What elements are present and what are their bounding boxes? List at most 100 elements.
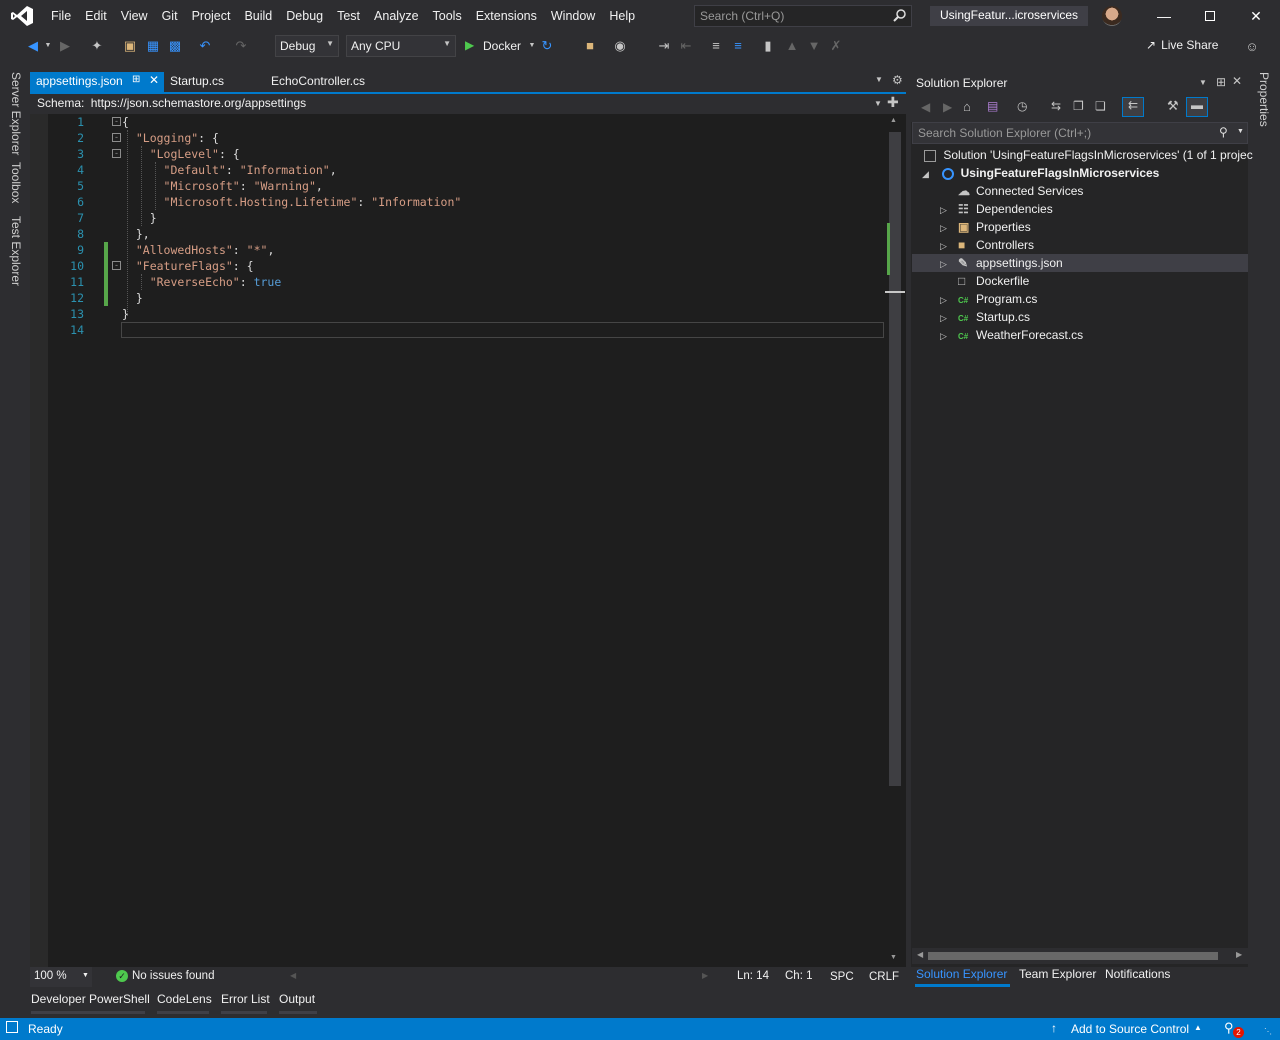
menu-extensions[interactable]: Extensions — [469, 0, 544, 32]
outdent-icon[interactable]: ≡ — [730, 38, 746, 54]
scroll-down-icon[interactable]: ▼ — [890, 954, 897, 961]
tab-notifications[interactable]: Notifications — [1105, 967, 1170, 981]
home-icon[interactable]: ⌂ — [963, 99, 971, 114]
code-line[interactable]: "FeatureFlags": { — [122, 258, 254, 274]
scroll-up-icon[interactable]: ▲ — [890, 117, 897, 124]
tree-item-controllers[interactable]: ▷ ■ Controllers — [912, 236, 1248, 254]
platform-select[interactable]: Any CPU ▼ — [346, 35, 456, 57]
bookmark-icon[interactable]: ▮ — [760, 38, 776, 54]
hscroll-right-icon[interactable]: ▶ — [702, 971, 708, 980]
menu-test[interactable]: Test — [330, 0, 367, 32]
split-editor-icon[interactable]: ✚ — [887, 94, 899, 111]
line-indicator[interactable]: Ln: 14 — [737, 970, 769, 982]
tab-team-explorer[interactable]: Team Explorer — [1019, 967, 1096, 981]
undo-icon[interactable]: ↶ — [197, 38, 213, 54]
switch-views-icon[interactable]: ▤ — [987, 99, 998, 113]
code-line[interactable]: } — [122, 290, 143, 306]
menu-analyze[interactable]: Analyze — [367, 0, 425, 32]
chevron-down-icon[interactable]: ▼ — [524, 38, 540, 54]
tab-dropdown-icon[interactable]: ▼ — [875, 75, 883, 84]
menu-project[interactable]: Project — [185, 0, 238, 32]
browser-link-icon[interactable]: ◉ — [612, 38, 628, 54]
add-to-source-control[interactable]: Add to Source Control — [1071, 1022, 1189, 1036]
forward-icon[interactable]: ▶ — [943, 100, 952, 114]
close-icon[interactable]: ✕ — [1232, 74, 1242, 88]
window-title[interactable]: UsingFeatur...icroservices — [930, 6, 1089, 26]
expand-icon[interactable]: ▷ — [940, 219, 958, 237]
avatar[interactable] — [1102, 6, 1122, 26]
refresh-icon[interactable]: ↻ — [539, 38, 555, 54]
expand-icon[interactable]: ▷ — [940, 237, 958, 255]
menu-file[interactable]: File — [44, 0, 78, 32]
tree-item-dockerfile[interactable]: □ Dockerfile — [912, 272, 1248, 290]
back-icon[interactable]: ◀ — [921, 100, 930, 114]
menu-tools[interactable]: Tools — [426, 0, 469, 32]
pin-icon[interactable]: ⊞ — [132, 74, 140, 85]
minimize-button[interactable]: — — [1141, 0, 1187, 32]
chevron-up-icon[interactable]: ▲ — [1194, 1023, 1202, 1032]
save-icon[interactable]: ▦ — [145, 38, 161, 54]
solution-search-input[interactable]: Search Solution Explorer (Ctrl+;) ⚲ ▼ — [912, 122, 1248, 144]
sync-icon[interactable]: ⇆ — [1051, 99, 1061, 113]
tab-solution-explorer[interactable]: Solution Explorer — [916, 967, 1007, 981]
resize-grip-icon[interactable]: ⋱ — [1264, 1027, 1272, 1036]
redo-icon[interactable]: ↷ — [233, 38, 249, 54]
output-window-icon[interactable] — [6, 1021, 18, 1033]
tab-appsettings-json[interactable]: appsettings.json ⊞ ✕ — [30, 72, 164, 92]
preview-selected-icon[interactable]: ▬ — [1186, 97, 1208, 117]
server-explorer-tab[interactable]: Server Explorer — [9, 72, 23, 155]
scroll-right-icon[interactable]: ▶ — [1236, 950, 1242, 959]
menu-view[interactable]: View — [114, 0, 155, 32]
tree-item-properties[interactable]: ▷ ▣ Properties — [912, 218, 1248, 236]
publish-icon[interactable]: ■ — [582, 38, 598, 54]
feedback-icon[interactable]: ☺ — [1244, 39, 1260, 55]
step-into-icon[interactable]: ⇥ — [656, 38, 672, 54]
code-line[interactable]: "Default": "Information", — [122, 162, 337, 178]
hscroll-left-icon[interactable]: ◀ — [290, 971, 296, 980]
menu-git[interactable]: Git — [155, 0, 185, 32]
code-line[interactable]: { — [122, 114, 129, 130]
schema-dropdown-icon[interactable]: ▼ — [874, 99, 882, 108]
expand-icon[interactable]: ▷ — [940, 201, 958, 219]
tree-item-program-cs[interactable]: ▷ C# Program.cs — [912, 290, 1248, 308]
pending-changes-icon[interactable]: ◷ — [1017, 99, 1027, 113]
maximize-button[interactable] — [1187, 0, 1233, 32]
code-line[interactable]: } — [122, 306, 129, 322]
schema-url[interactable]: https://json.schemastore.org/appsettings — [91, 96, 306, 110]
solution-node[interactable]: Solution 'UsingFeatureFlagsInMicroservic… — [924, 146, 1253, 164]
tab-startup-cs[interactable]: Startup.cs — [164, 72, 230, 92]
prev-bookmark-icon[interactable]: ▲ — [784, 38, 800, 54]
play-icon[interactable]: ▶ — [465, 38, 474, 52]
solution-hscrollbar[interactable]: ◀ ▶ — [912, 948, 1248, 964]
code-line[interactable]: "LogLevel": { — [122, 146, 240, 162]
show-all-files-icon[interactable]: ❏ — [1095, 99, 1106, 113]
config-select[interactable]: Debug ▼ — [275, 35, 339, 57]
forward-icon[interactable]: ▶ — [57, 38, 73, 54]
back-dropdown-icon[interactable]: ▼ — [40, 38, 56, 54]
collapse-icon[interactable]: - — [112, 149, 121, 158]
tab-echocontroller-cs[interactable]: EchoController.cs — [265, 72, 371, 92]
whitespace-indicator[interactable]: SPC — [830, 971, 854, 983]
tree-item-appsettings-json[interactable]: ▷ ✎ appsettings.json — [912, 254, 1248, 272]
panel-dropdown-icon[interactable]: ▼ — [1199, 78, 1207, 87]
settings-gear-icon[interactable]: ⚙ — [892, 73, 903, 87]
toolbox-tab[interactable]: Toolbox — [9, 162, 23, 203]
next-bookmark-icon[interactable]: ▼ — [806, 38, 822, 54]
menu-debug[interactable]: Debug — [279, 0, 330, 32]
properties-tab[interactable]: Properties — [1257, 72, 1271, 127]
expanded-icon[interactable]: ◢ — [922, 169, 929, 179]
close-button[interactable]: ✕ — [1233, 0, 1279, 32]
pin-icon[interactable]: ⊞ — [1216, 75, 1226, 89]
code-line[interactable]: "Microsoft": "Warning", — [122, 178, 323, 194]
test-explorer-tab[interactable]: Test Explorer — [9, 216, 23, 286]
new-project-icon[interactable]: ✦ — [89, 38, 105, 54]
expand-icon[interactable]: ▷ — [940, 291, 958, 309]
save-all-icon[interactable]: ▩ — [167, 38, 183, 54]
close-icon[interactable]: ✕ — [149, 73, 159, 87]
expand-icon[interactable]: ▷ — [940, 309, 958, 327]
schema-bar[interactable]: Schema: https://json.schemastore.org/app… — [30, 94, 906, 114]
tree-item-connected-services[interactable]: ☁ Connected Services — [912, 182, 1248, 200]
code-line[interactable]: "ReverseEcho": true — [122, 274, 282, 290]
indent-icon[interactable]: ≡ — [708, 38, 724, 54]
menu-build[interactable]: Build — [237, 0, 279, 32]
